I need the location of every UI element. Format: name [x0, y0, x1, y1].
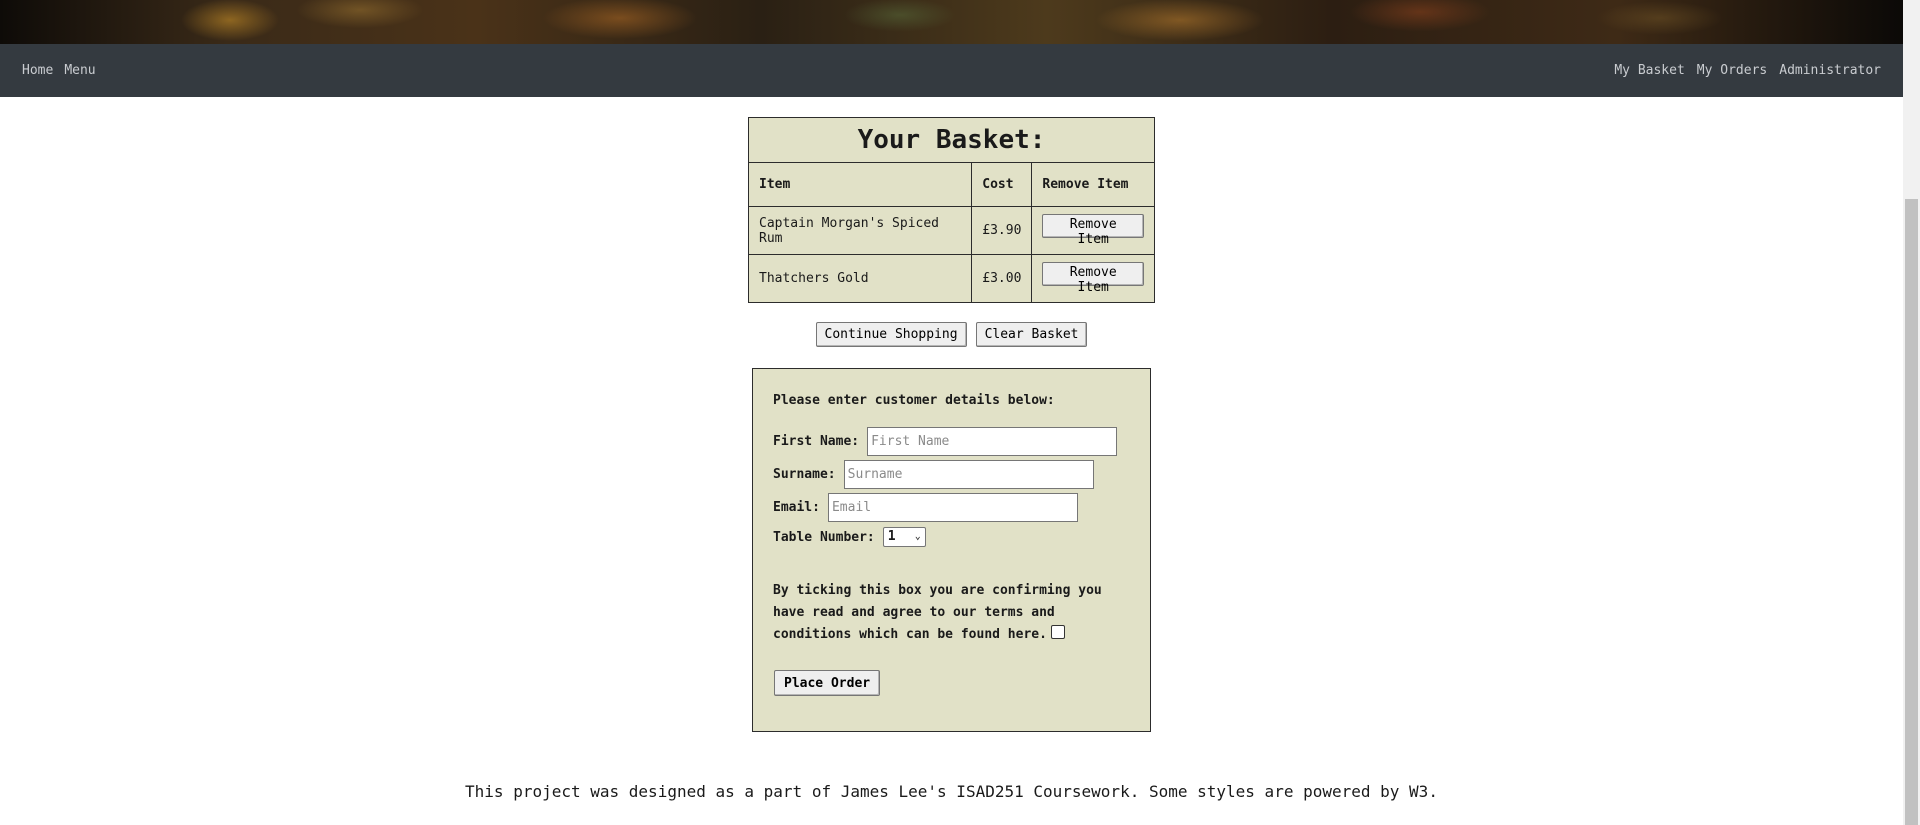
- column-header-cost: Cost: [971, 162, 1033, 207]
- remove-item-button[interactable]: Remove Item: [1042, 214, 1144, 247]
- table-row: Thatchers Gold £3.00 Remove Item: [747, 254, 1155, 303]
- continue-shopping-button[interactable]: Continue Shopping: [815, 322, 967, 347]
- scrollbar-thumb[interactable]: [1905, 199, 1918, 825]
- email-label: Email:: [773, 500, 820, 515]
- email-row: Email:: [773, 493, 1078, 522]
- table-number-value: 1: [887, 529, 896, 544]
- clear-basket-button[interactable]: Clear Basket: [975, 322, 1088, 347]
- item-name: Captain Morgan's Spiced Rum: [747, 206, 973, 255]
- page-scrollbar[interactable]: [1903, 0, 1920, 825]
- first-name-row: First Name:: [773, 427, 1118, 456]
- table-number-select[interactable]: 1 ⌄: [882, 527, 926, 547]
- nav-left: Home Menu: [22, 44, 107, 97]
- nav-link-menu[interactable]: Menu: [64, 63, 95, 78]
- table-row: Captain Morgan's Spiced Rum £3.90 Remove…: [747, 206, 1155, 255]
- terms-checkbox[interactable]: [1050, 625, 1065, 639]
- email-field[interactable]: [827, 493, 1078, 522]
- place-order-button[interactable]: Place Order: [774, 670, 881, 696]
- form-heading: Please enter customer details below:: [773, 393, 1055, 408]
- chevron-down-icon: ⌄: [914, 531, 921, 542]
- footer-text: This project was designed as a part of J…: [465, 782, 1438, 801]
- remove-cell: Remove Item: [1031, 254, 1155, 303]
- terms-block: By ticking this box you are confirming y…: [773, 580, 1113, 646]
- basket-title: Your Basket:: [748, 117, 1155, 163]
- nav-link-my-orders[interactable]: My Orders: [1697, 63, 1767, 78]
- item-cost: £3.00: [971, 254, 1033, 303]
- nav-link-home[interactable]: Home: [22, 63, 53, 78]
- item-cost: £3.90: [971, 206, 1033, 255]
- nav-link-my-basket[interactable]: My Basket: [1614, 63, 1684, 78]
- basket-table: Your Basket: Item Cost Remove Item Capta…: [747, 117, 1155, 303]
- customer-details-form: Please enter customer details below: Fir…: [752, 368, 1151, 732]
- navbar: Home Menu My Basket My Orders Administra…: [0, 44, 1903, 97]
- remove-cell: Remove Item: [1031, 206, 1155, 255]
- basket-title-row: Your Basket:: [748, 117, 1155, 163]
- surname-label: Surname:: [773, 467, 836, 482]
- first-name-label: First Name:: [773, 434, 860, 449]
- nav-link-administrator[interactable]: Administrator: [1779, 63, 1881, 78]
- header-banner-image: [0, 0, 1903, 44]
- table-number-row: Table Number: 1 ⌄: [773, 527, 926, 547]
- nav-right: My Basket My Orders Administrator: [1602, 44, 1881, 97]
- column-header-remove: Remove Item: [1031, 162, 1155, 207]
- table-number-label: Table Number:: [773, 529, 875, 545]
- first-name-field[interactable]: [867, 427, 1118, 456]
- page: Home Menu My Basket My Orders Administra…: [0, 0, 1920, 825]
- column-header-item: Item: [747, 162, 973, 207]
- item-name: Thatchers Gold: [747, 254, 973, 303]
- basket-actions: Continue Shopping Clear Basket: [0, 322, 1903, 347]
- surname-field[interactable]: [843, 460, 1094, 489]
- remove-item-button[interactable]: Remove Item: [1042, 262, 1144, 295]
- surname-row: Surname:: [773, 460, 1094, 489]
- basket-header-row: Item Cost Remove Item: [747, 162, 1155, 207]
